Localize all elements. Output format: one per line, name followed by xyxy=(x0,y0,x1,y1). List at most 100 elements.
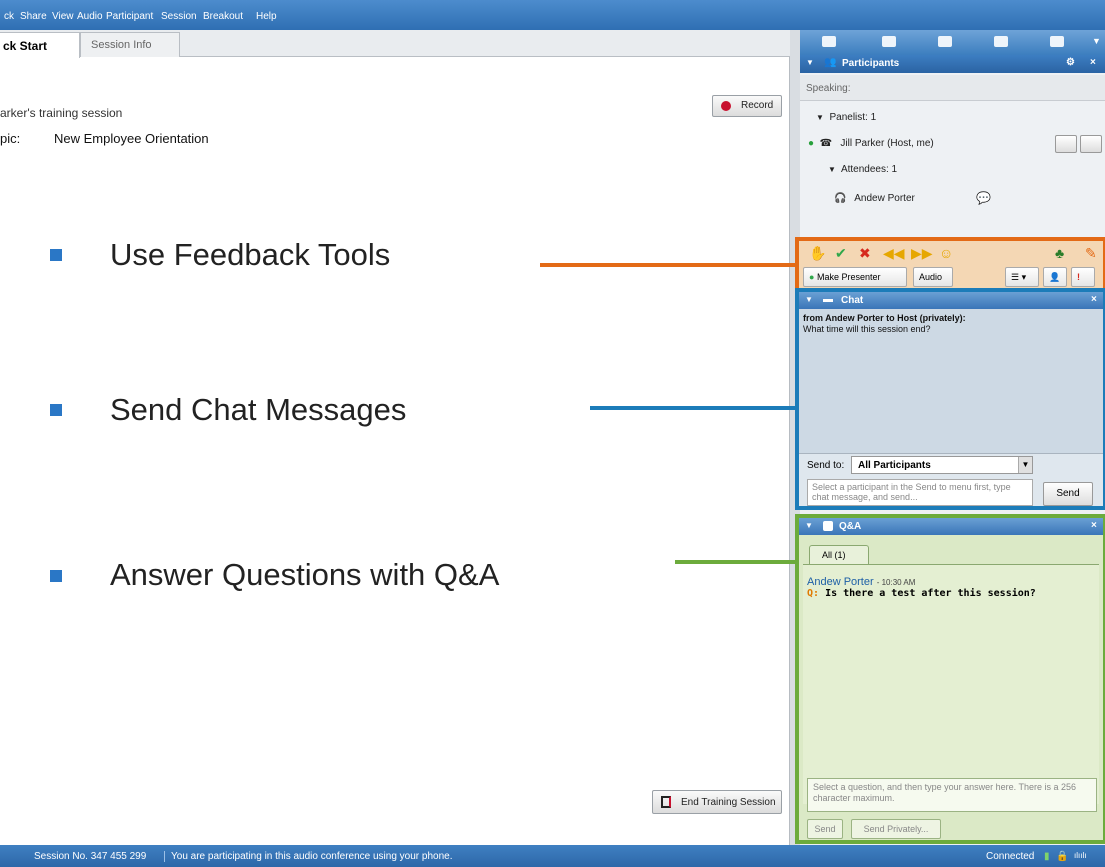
headset-icon: 🎧 xyxy=(834,193,847,204)
qa-tab-all[interactable]: All (1) xyxy=(809,545,869,565)
attendee-group-label: Attendees: 1 xyxy=(840,164,898,175)
menu-session[interactable]: Session xyxy=(161,11,197,22)
phone-icon: ☎ xyxy=(819,138,833,149)
video-icon[interactable] xyxy=(1055,135,1077,153)
host-name: Jill Parker (Host, me) xyxy=(840,138,934,149)
participant-host-row[interactable]: ● ☎ Jill Parker (Host, me) xyxy=(808,138,934,149)
qa-title: Q&A xyxy=(839,521,862,532)
send-to-select[interactable]: All Participants ▼ xyxy=(851,456,1033,474)
connector-feedback xyxy=(540,263,798,267)
list-options-icon[interactable]: ☰ ▾ xyxy=(1005,267,1039,287)
close-icon[interactable]: × xyxy=(1090,57,1096,68)
menu-participant[interactable]: Participant xyxy=(106,11,153,22)
chat-message-sender: from Andew Porter to Host (privately): xyxy=(803,313,966,323)
qa-panel-icon[interactable] xyxy=(1050,36,1064,47)
chevron-down-icon: ▼ xyxy=(1018,457,1032,473)
menu-audio[interactable]: Audio xyxy=(77,11,103,22)
assign-icon[interactable]: ♣ xyxy=(1055,245,1064,261)
add-user-icon[interactable]: 👤 xyxy=(1043,267,1067,287)
slower-icon[interactable]: ◀◀ xyxy=(883,245,905,262)
close-icon[interactable]: × xyxy=(1091,294,1097,305)
status-icon: ● xyxy=(808,138,815,149)
qa-asker: Andew Porter - 10:30 AM xyxy=(807,576,915,588)
presenter-icon: ● xyxy=(809,272,815,282)
chat-input[interactable]: Select a participant in the Send to menu… xyxy=(807,479,1033,506)
menu-share[interactable]: Share xyxy=(20,11,47,22)
panel-toolbar: ▼ xyxy=(800,30,1105,55)
people-icon: 👥 xyxy=(824,57,837,68)
menu-view[interactable]: View xyxy=(52,11,74,22)
settings-icon[interactable]: ⚙ xyxy=(1066,57,1075,68)
qa-asker-name: Andew Porter xyxy=(807,576,874,588)
bullet-marker-1 xyxy=(50,249,62,261)
chat-panel-icon[interactable] xyxy=(882,36,896,47)
session-host-line: arker's training session xyxy=(0,106,123,120)
bullet-chat-messages: Send Chat Messages xyxy=(110,392,407,427)
speaking-label: Speaking: xyxy=(800,75,1105,101)
expand-icon: ▼ xyxy=(828,165,836,174)
participant-attendee-row[interactable]: 🎧 Andew Porter xyxy=(834,193,915,204)
bullet-feedback-tools: Use Feedback Tools xyxy=(110,237,391,272)
record-button[interactable]: Record xyxy=(712,95,782,117)
close-icon[interactable]: × xyxy=(1091,520,1097,531)
panelist-group-label: Panelist: 1 xyxy=(829,112,877,123)
menu-breakout[interactable]: Breakout xyxy=(203,11,243,22)
chat-panel: ▼ ▬ Chat × from Andew Porter to Host (pr… xyxy=(795,288,1105,510)
qa-question-prefix: Q: xyxy=(807,588,820,599)
no-icon[interactable]: ✖ xyxy=(859,245,871,262)
chat-message-text: What time will this session end? xyxy=(803,324,931,334)
lock-icon: 🔒 xyxy=(1056,851,1069,862)
record-icon xyxy=(721,101,731,111)
chat-title: Chat xyxy=(841,295,864,306)
menu-help[interactable]: Help xyxy=(256,11,277,22)
bullet-marker-2 xyxy=(50,404,62,416)
chat-bubble-icon: 💬 xyxy=(976,191,991,205)
menu-quick[interactable]: ck xyxy=(4,11,14,22)
raise-hand-icon[interactable] xyxy=(1080,135,1102,153)
record-label: Record xyxy=(741,100,774,111)
right-panel: ▼ ▼ 👥 Participants ⚙ × Speaking: ▼ Panel… xyxy=(795,30,1105,845)
send-to-label: Send to: xyxy=(807,460,845,471)
emoticon-icon[interactable]: ☺ xyxy=(939,245,953,261)
faster-icon[interactable]: ▶▶ xyxy=(911,245,933,262)
send-to-value: All Participants xyxy=(858,460,931,471)
audio-button[interactable]: Audio xyxy=(913,267,953,287)
attendee-name: Andew Porter xyxy=(854,193,915,204)
pencil-icon[interactable]: ✎ xyxy=(1085,245,1097,262)
end-session-label: End Training Session xyxy=(681,797,776,808)
connector-qa xyxy=(675,560,797,564)
qa-question[interactable]: Q: Is there a test after this session? xyxy=(807,588,1036,599)
panel-menu-icon[interactable]: ▼ xyxy=(1092,36,1101,46)
bullet-marker-3 xyxy=(50,570,62,582)
qa-send-button[interactable]: Send xyxy=(807,819,843,839)
attendee-group[interactable]: ▼ Attendees: 1 xyxy=(828,164,897,175)
chat-send-button[interactable]: Send xyxy=(1043,482,1093,506)
collapse-icon[interactable]: ▼ xyxy=(805,295,813,304)
panelist-group[interactable]: ▼ Panelist: 1 xyxy=(816,112,876,123)
participants-title: Participants xyxy=(842,58,900,69)
tab-strip: ck Start Session Info xyxy=(0,30,790,58)
participants-panel-icon[interactable] xyxy=(822,36,836,47)
qa-answer-input[interactable]: Select a question, and then type your an… xyxy=(807,778,1097,812)
expand-icon: ▼ xyxy=(816,113,824,122)
qa-question-list xyxy=(803,564,1099,804)
make-presenter-button[interactable]: ● Make Presenter xyxy=(803,267,907,287)
topic-label: pic: xyxy=(0,131,21,146)
polling-panel-icon[interactable] xyxy=(994,36,1008,47)
alert-icon[interactable]: ! xyxy=(1071,267,1095,287)
qa-time: - 10:30 AM xyxy=(876,578,916,587)
collapse-icon[interactable]: ▼ xyxy=(805,521,813,530)
qa-icon xyxy=(823,521,833,531)
topic-value: New Employee Orientation xyxy=(54,131,209,146)
qa-send-privately-button[interactable]: Send Privately... xyxy=(851,819,941,839)
collapse-icon[interactable]: ▼ xyxy=(806,58,814,67)
tab-quick-start[interactable]: ck Start xyxy=(0,32,80,58)
yes-icon[interactable]: ✔ xyxy=(835,245,847,262)
raise-hand-icon[interactable]: ✋ xyxy=(809,245,826,262)
notes-panel-icon[interactable] xyxy=(938,36,952,47)
qa-panel: ▼ Q&A × All (1) Andew Porter - 10:30 AM … xyxy=(795,514,1105,844)
connector-chat xyxy=(590,406,798,410)
end-session-button[interactable]: End Training Session xyxy=(652,790,782,814)
tab-session-info[interactable]: Session Info xyxy=(80,32,180,57)
qa-header: ▼ Q&A × xyxy=(799,518,1103,535)
